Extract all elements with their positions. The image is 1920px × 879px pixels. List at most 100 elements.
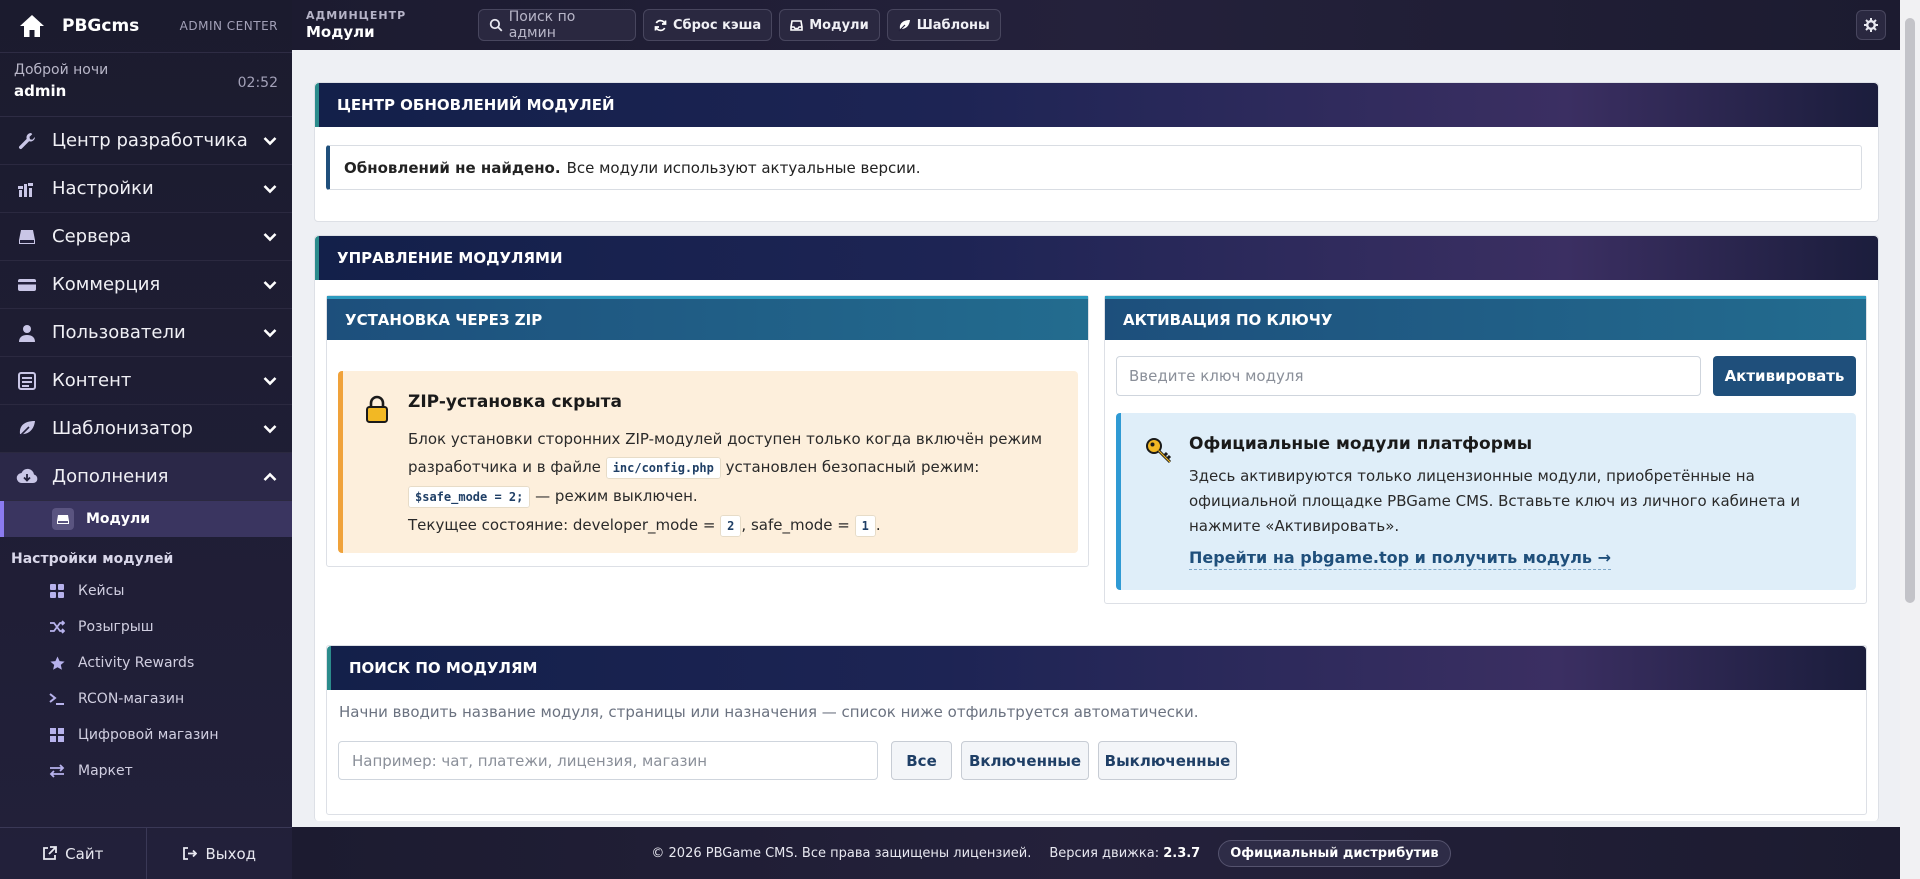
- module-key-placeholder: Введите ключ модуля: [1129, 367, 1304, 385]
- package-icon: [52, 508, 74, 530]
- sidebar-module-activity-rewards[interactable]: Activity Rewards: [0, 645, 292, 681]
- sidebar-item-templater[interactable]: Шаблонизатор: [0, 405, 292, 453]
- brand-bar: PBGcms ADMIN CENTER: [0, 0, 292, 53]
- copyright-text: © 2026 PBGame CMS. Все права защищены ли…: [651, 845, 1032, 861]
- zip-install-title: УСТАНОВКА ЧЕРЕЗ ZIP: [327, 296, 1088, 340]
- official-distribution-badge[interactable]: Официальный дистрибутив: [1218, 839, 1451, 867]
- sidebar-item-servers[interactable]: Сервера: [0, 213, 292, 261]
- scrollbar-thumb[interactable]: [1905, 18, 1915, 603]
- refresh-icon: [654, 19, 667, 31]
- engine-version: Версия движка: 2.3.7: [1049, 846, 1200, 861]
- sidebar-item-users[interactable]: Пользователи: [0, 309, 292, 357]
- sidebar-module-label: Цифровой магазин: [78, 727, 219, 743]
- updates-card-title: ЦЕНТР ОБНОВЛЕНИЙ МОДУЛЕЙ: [315, 83, 1878, 127]
- sliders-icon: [16, 178, 38, 200]
- home-icon[interactable]: [14, 8, 50, 44]
- settings-button[interactable]: [1856, 10, 1886, 40]
- sidebar-module-label: Розыгрыш: [78, 619, 154, 635]
- sidebar-module-digital-shop[interactable]: Цифровой магазин: [0, 717, 292, 753]
- page-scrollbar[interactable]: [1900, 0, 1920, 879]
- activate-button[interactable]: Активировать: [1713, 356, 1856, 396]
- wrench-icon: [16, 130, 38, 152]
- page-title: Модули: [306, 23, 375, 41]
- brand-name[interactable]: PBGcms: [62, 16, 139, 36]
- key-activation-title: АКТИВАЦИЯ ПО КЛЮЧУ: [1105, 296, 1866, 340]
- sidebar-item-developer-center[interactable]: Центр разработчика: [0, 117, 292, 165]
- logout-button[interactable]: Выход: [145, 828, 293, 879]
- safe-mode-code: $safe_mode = 2;: [408, 486, 531, 508]
- sidebar-module-label: Кейсы: [78, 583, 125, 599]
- chevron-down-icon: [263, 184, 277, 193]
- chevron-down-icon: [263, 424, 277, 433]
- module-settings-heading: Настройки модулей: [11, 551, 174, 567]
- filter-all-button[interactable]: Все: [891, 741, 952, 780]
- sidebar-item-label: Сервера: [52, 226, 132, 247]
- zip-hidden-title: ZIP-установка скрыта: [408, 392, 622, 412]
- sidebar-item-label: Шаблонизатор: [52, 418, 193, 439]
- sidebar-module-cases[interactable]: Кейсы: [0, 573, 292, 609]
- developer-mode-value: 2: [720, 515, 742, 537]
- site-button[interactable]: Сайт: [0, 828, 146, 879]
- module-key-input[interactable]: Введите ключ модуля: [1116, 356, 1701, 396]
- sidebar-sub-item-modules[interactable]: Модули: [0, 501, 292, 537]
- breadcrumb-section: АДМИНЦЕНТР: [306, 9, 407, 22]
- sidebar-item-label: Центр разработчика: [52, 130, 248, 151]
- search-icon: [489, 18, 503, 32]
- official-modules-text: Здесь активируются только лицензионные м…: [1189, 467, 1801, 535]
- chevron-up-icon: [263, 472, 277, 481]
- module-search-placeholder: Например: чат, платежи, лицензия, магази…: [352, 751, 708, 770]
- sidebar-item-addons[interactable]: Дополнения: [0, 453, 292, 501]
- document-icon: [16, 370, 38, 392]
- admin-center-label: ADMIN CENTER: [179, 19, 278, 33]
- templates-button[interactable]: Шаблоны: [886, 9, 1001, 41]
- chevron-down-icon: [263, 136, 277, 145]
- sidebar-item-settings[interactable]: Настройки: [0, 165, 292, 213]
- sidebar-item-commerce[interactable]: Коммерция: [0, 261, 292, 309]
- filter-enabled-button[interactable]: Включенные: [961, 741, 1089, 780]
- admin-search-input[interactable]: Поиск по админ: [478, 9, 636, 41]
- sidebar-item-label: Пользователи: [52, 322, 186, 343]
- sidebar-module-market[interactable]: Маркет: [0, 753, 292, 789]
- zip-hidden-text: Блок установки сторонних ZIP-модулей дос…: [408, 425, 1068, 540]
- sidebar-item-content[interactable]: Контент: [0, 357, 292, 405]
- external-link-icon: [43, 846, 58, 860]
- user-icon: [16, 322, 38, 344]
- logout-icon: [183, 847, 198, 860]
- zip-state-text: , safe_mode =: [741, 516, 850, 534]
- sidebar-module-rcon-shop[interactable]: RCON-магазин: [0, 681, 292, 717]
- engine-version-number: 2.3.7: [1163, 845, 1201, 861]
- sidebar-item-label: Дополнения: [52, 466, 169, 487]
- chevron-down-icon: [263, 328, 277, 337]
- updates-status-alert: Обновлений не найдено. Все модули исполь…: [326, 145, 1862, 190]
- clock: 02:52: [237, 75, 278, 91]
- sidebar-item-label: Настройки: [52, 178, 154, 199]
- module-search-input[interactable]: Например: чат, платежи, лицензия, магази…: [338, 741, 878, 780]
- grid-icon: [48, 582, 66, 600]
- engine-version-label: Версия движка:: [1049, 845, 1160, 861]
- reset-cache-button[interactable]: Сброс кэша: [643, 9, 773, 41]
- gear-icon: [1864, 18, 1878, 32]
- sidebar-module-giveaway[interactable]: Розыгрыш: [0, 609, 292, 645]
- zip-hidden-warning: ZIP-установка скрыта Блок установки стор…: [338, 371, 1078, 553]
- chevron-down-icon: [263, 280, 277, 289]
- sidebar-module-label: RCON-магазин: [78, 691, 185, 707]
- terminal-icon: [48, 690, 66, 708]
- logout-button-label: Выход: [205, 844, 257, 863]
- modules-button[interactable]: Модули: [779, 9, 880, 41]
- cloud-download-icon: [16, 466, 38, 488]
- filter-disabled-button[interactable]: Выключенные: [1098, 741, 1237, 780]
- safe-mode-value: 1: [854, 515, 876, 537]
- sidebar-footer: Сайт Выход: [0, 827, 292, 879]
- greeting-block: Доброй ночи admin 02:52: [0, 53, 292, 117]
- admin-search-placeholder: Поиск по админ: [508, 9, 576, 41]
- pbgame-link[interactable]: Перейти на pbgame.top и получить модуль …: [1189, 548, 1612, 570]
- leaf-icon: [16, 418, 38, 440]
- breadcrumb: АДМИНЦЕНТР Модули: [292, 9, 478, 41]
- zip-state-text: .: [875, 516, 881, 534]
- updates-status-bold: Обновлений не найдено.: [344, 158, 561, 177]
- sidebar: PBGcms ADMIN CENTER Доброй ночи admin 02…: [0, 0, 292, 879]
- star-icon: [48, 654, 66, 672]
- sidebar-sub-item-label: Модули: [86, 511, 151, 527]
- site-button-label: Сайт: [65, 844, 104, 863]
- chevron-down-icon: [263, 232, 277, 241]
